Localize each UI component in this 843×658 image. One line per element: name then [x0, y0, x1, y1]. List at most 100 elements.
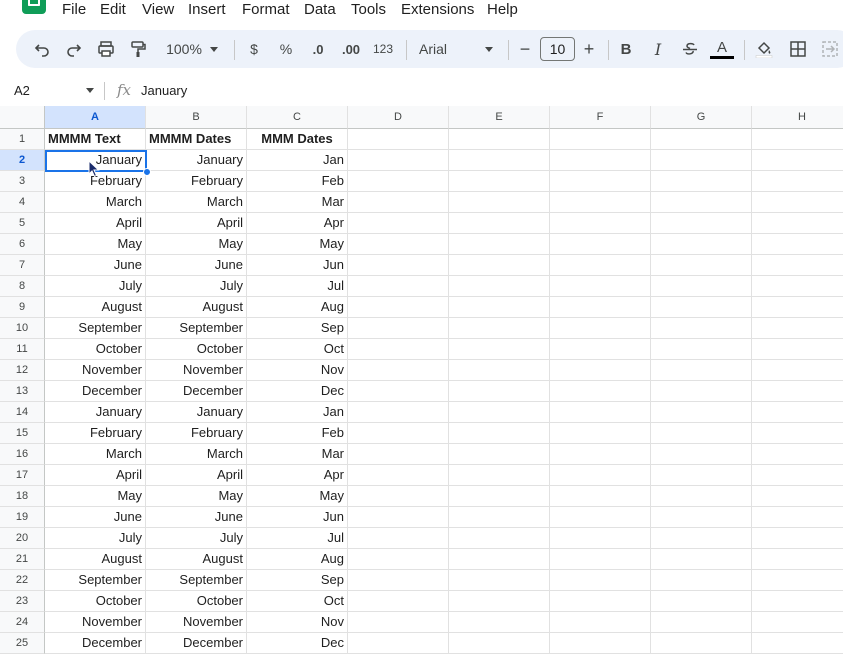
- cell-d9[interactable]: [348, 297, 449, 318]
- menu-extensions[interactable]: Extensions: [401, 1, 474, 18]
- cell-c7[interactable]: Jun: [247, 255, 348, 276]
- cell-b8[interactable]: July: [146, 276, 247, 297]
- cell-c16[interactable]: Mar: [247, 444, 348, 465]
- cell-h22[interactable]: [752, 570, 843, 591]
- row-header-11[interactable]: 11: [0, 339, 45, 360]
- column-header-f[interactable]: F: [550, 106, 651, 129]
- cell-b15[interactable]: February: [146, 423, 247, 444]
- cell-d12[interactable]: [348, 360, 449, 381]
- menu-data[interactable]: Data: [304, 1, 336, 18]
- cell-g5[interactable]: [651, 213, 752, 234]
- merge-cells-icon[interactable]: [820, 30, 840, 68]
- cell-e20[interactable]: [449, 528, 550, 549]
- cell-f2[interactable]: [550, 150, 651, 171]
- cell-b6[interactable]: May: [146, 234, 247, 255]
- cell-e24[interactable]: [449, 612, 550, 633]
- row-header-4[interactable]: 4: [0, 192, 45, 213]
- cell-g13[interactable]: [651, 381, 752, 402]
- row-header-6[interactable]: 6: [0, 234, 45, 255]
- cell-c3[interactable]: Feb: [247, 171, 348, 192]
- cell-g2[interactable]: [651, 150, 752, 171]
- cell-c1[interactable]: MMM Dates: [247, 129, 348, 150]
- cell-h21[interactable]: [752, 549, 843, 570]
- cell-h10[interactable]: [752, 318, 843, 339]
- cell-c14[interactable]: Jan: [247, 402, 348, 423]
- cell-e18[interactable]: [449, 486, 550, 507]
- cell-e13[interactable]: [449, 381, 550, 402]
- cell-g15[interactable]: [651, 423, 752, 444]
- column-header-c[interactable]: C: [247, 106, 348, 129]
- column-header-b[interactable]: B: [146, 106, 247, 129]
- cell-d16[interactable]: [348, 444, 449, 465]
- cell-c10[interactable]: Sep: [247, 318, 348, 339]
- cell-d10[interactable]: [348, 318, 449, 339]
- cell-b24[interactable]: November: [146, 612, 247, 633]
- column-header-e[interactable]: E: [449, 106, 550, 129]
- cell-g25[interactable]: [651, 633, 752, 654]
- borders-icon[interactable]: [786, 30, 810, 68]
- cell-d6[interactable]: [348, 234, 449, 255]
- cell-f17[interactable]: [550, 465, 651, 486]
- cell-g14[interactable]: [651, 402, 752, 423]
- cell-f10[interactable]: [550, 318, 651, 339]
- row-header-21[interactable]: 21: [0, 549, 45, 570]
- cell-g8[interactable]: [651, 276, 752, 297]
- row-header-22[interactable]: 22: [0, 570, 45, 591]
- cell-f13[interactable]: [550, 381, 651, 402]
- column-header-h[interactable]: H: [752, 106, 843, 129]
- cell-b16[interactable]: March: [146, 444, 247, 465]
- cell-h11[interactable]: [752, 339, 843, 360]
- cell-a19[interactable]: June: [45, 507, 146, 528]
- cell-f9[interactable]: [550, 297, 651, 318]
- row-header-5[interactable]: 5: [0, 213, 45, 234]
- cell-h20[interactable]: [752, 528, 843, 549]
- row-header-7[interactable]: 7: [0, 255, 45, 276]
- cell-d14[interactable]: [348, 402, 449, 423]
- increase-font-size-button[interactable]: +: [580, 30, 598, 68]
- cell-a1[interactable]: MMMM Text: [45, 129, 146, 150]
- cell-f4[interactable]: [550, 192, 651, 213]
- cell-b11[interactable]: October: [146, 339, 247, 360]
- cell-d25[interactable]: [348, 633, 449, 654]
- cell-g11[interactable]: [651, 339, 752, 360]
- cell-c20[interactable]: Jul: [247, 528, 348, 549]
- cell-e9[interactable]: [449, 297, 550, 318]
- cell-a21[interactable]: August: [45, 549, 146, 570]
- cell-h1[interactable]: [752, 129, 843, 150]
- row-header-3[interactable]: 3: [0, 171, 45, 192]
- decrease-font-size-button[interactable]: −: [516, 30, 534, 68]
- cell-a8[interactable]: July: [45, 276, 146, 297]
- cell-h25[interactable]: [752, 633, 843, 654]
- row-header-24[interactable]: 24: [0, 612, 45, 633]
- sheets-logo-icon[interactable]: [22, 0, 46, 14]
- number-format-button[interactable]: 123: [370, 30, 396, 68]
- undo-icon[interactable]: [30, 30, 54, 68]
- cell-e23[interactable]: [449, 591, 550, 612]
- cell-g16[interactable]: [651, 444, 752, 465]
- cell-g4[interactable]: [651, 192, 752, 213]
- cell-c22[interactable]: Sep: [247, 570, 348, 591]
- row-header-13[interactable]: 13: [0, 381, 45, 402]
- cell-h18[interactable]: [752, 486, 843, 507]
- cell-h8[interactable]: [752, 276, 843, 297]
- row-header-15[interactable]: 15: [0, 423, 45, 444]
- cell-f6[interactable]: [550, 234, 651, 255]
- menu-format[interactable]: Format: [242, 1, 290, 18]
- cell-c6[interactable]: May: [247, 234, 348, 255]
- cell-e3[interactable]: [449, 171, 550, 192]
- cell-c5[interactable]: Apr: [247, 213, 348, 234]
- cell-g18[interactable]: [651, 486, 752, 507]
- row-header-20[interactable]: 20: [0, 528, 45, 549]
- cell-g19[interactable]: [651, 507, 752, 528]
- cell-a11[interactable]: October: [45, 339, 146, 360]
- cell-d2[interactable]: [348, 150, 449, 171]
- cell-g22[interactable]: [651, 570, 752, 591]
- cell-h16[interactable]: [752, 444, 843, 465]
- menu-help[interactable]: Help: [487, 1, 518, 18]
- cell-b9[interactable]: August: [146, 297, 247, 318]
- zoom-select[interactable]: 100%: [160, 30, 224, 68]
- cell-e15[interactable]: [449, 423, 550, 444]
- cell-c18[interactable]: May: [247, 486, 348, 507]
- row-header-25[interactable]: 25: [0, 633, 45, 654]
- print-icon[interactable]: [94, 30, 118, 68]
